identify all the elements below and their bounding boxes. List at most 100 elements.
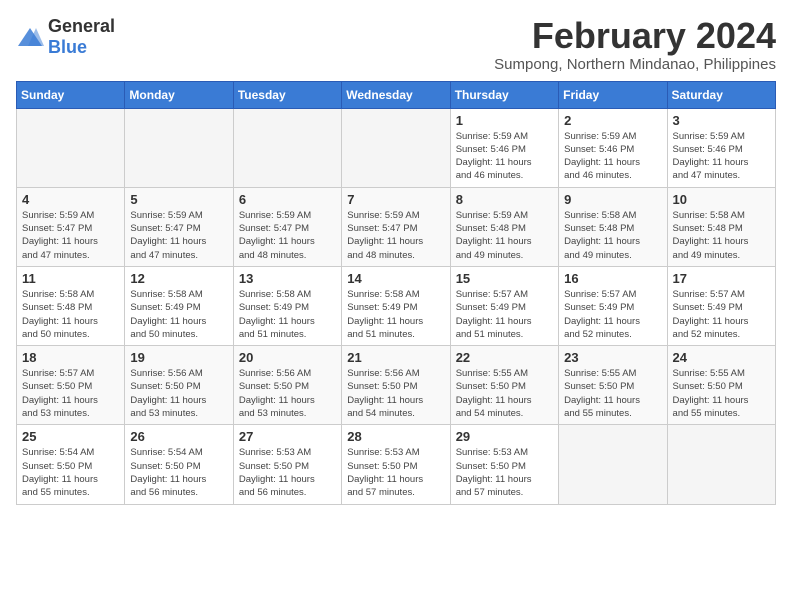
calendar-cell: 17 Sunrise: 5:57 AM Sunset: 5:49 PM Dayli… <box>667 266 775 345</box>
calendar-cell: 21 Sunrise: 5:56 AM Sunset: 5:50 PM Dayli… <box>342 346 450 425</box>
column-header-thursday: Thursday <box>450 81 558 108</box>
day-number: 12 <box>130 271 227 286</box>
day-number: 17 <box>673 271 770 286</box>
calendar-cell <box>17 108 125 187</box>
day-info: Sunrise: 5:55 AM Sunset: 5:50 PM Dayligh… <box>673 367 770 420</box>
day-info: Sunrise: 5:57 AM Sunset: 5:49 PM Dayligh… <box>456 288 553 341</box>
calendar-subtitle: Sumpong, Northern Mindanao, Philippines <box>494 56 776 73</box>
calendar-cell: 6 Sunrise: 5:59 AM Sunset: 5:47 PM Daylig… <box>233 187 341 266</box>
day-info: Sunrise: 5:58 AM Sunset: 5:49 PM Dayligh… <box>130 288 227 341</box>
day-info: Sunrise: 5:55 AM Sunset: 5:50 PM Dayligh… <box>456 367 553 420</box>
calendar-cell <box>559 425 667 504</box>
calendar-cell: 22 Sunrise: 5:55 AM Sunset: 5:50 PM Dayli… <box>450 346 558 425</box>
day-info: Sunrise: 5:53 AM Sunset: 5:50 PM Dayligh… <box>456 446 553 499</box>
day-number: 19 <box>130 350 227 365</box>
day-info: Sunrise: 5:59 AM Sunset: 5:48 PM Dayligh… <box>456 209 553 262</box>
title-section: February 2024 Sumpong, Northern Mindanao… <box>494 16 776 73</box>
calendar-cell: 12 Sunrise: 5:58 AM Sunset: 5:49 PM Dayli… <box>125 266 233 345</box>
day-number: 25 <box>22 429 119 444</box>
day-info: Sunrise: 5:59 AM Sunset: 5:46 PM Dayligh… <box>456 130 553 183</box>
calendar-cell: 14 Sunrise: 5:58 AM Sunset: 5:49 PM Dayli… <box>342 266 450 345</box>
day-info: Sunrise: 5:54 AM Sunset: 5:50 PM Dayligh… <box>22 446 119 499</box>
day-info: Sunrise: 5:53 AM Sunset: 5:50 PM Dayligh… <box>347 446 444 499</box>
column-header-friday: Friday <box>559 81 667 108</box>
day-number: 29 <box>456 429 553 444</box>
day-number: 2 <box>564 113 661 128</box>
day-info: Sunrise: 5:57 AM Sunset: 5:49 PM Dayligh… <box>673 288 770 341</box>
calendar-cell: 9 Sunrise: 5:58 AM Sunset: 5:48 PM Daylig… <box>559 187 667 266</box>
day-number: 16 <box>564 271 661 286</box>
day-number: 28 <box>347 429 444 444</box>
day-info: Sunrise: 5:58 AM Sunset: 5:49 PM Dayligh… <box>347 288 444 341</box>
day-number: 21 <box>347 350 444 365</box>
column-header-sunday: Sunday <box>17 81 125 108</box>
column-header-wednesday: Wednesday <box>342 81 450 108</box>
day-number: 18 <box>22 350 119 365</box>
day-info: Sunrise: 5:59 AM Sunset: 5:46 PM Dayligh… <box>564 130 661 183</box>
calendar-cell: 23 Sunrise: 5:55 AM Sunset: 5:50 PM Dayli… <box>559 346 667 425</box>
day-info: Sunrise: 5:58 AM Sunset: 5:49 PM Dayligh… <box>239 288 336 341</box>
day-number: 3 <box>673 113 770 128</box>
day-info: Sunrise: 5:59 AM Sunset: 5:47 PM Dayligh… <box>239 209 336 262</box>
calendar-cell: 27 Sunrise: 5:53 AM Sunset: 5:50 PM Dayli… <box>233 425 341 504</box>
day-info: Sunrise: 5:53 AM Sunset: 5:50 PM Dayligh… <box>239 446 336 499</box>
calendar-cell <box>667 425 775 504</box>
day-info: Sunrise: 5:58 AM Sunset: 5:48 PM Dayligh… <box>564 209 661 262</box>
day-number: 1 <box>456 113 553 128</box>
logo: General Blue <box>16 16 115 58</box>
day-number: 24 <box>673 350 770 365</box>
calendar-cell: 10 Sunrise: 5:58 AM Sunset: 5:48 PM Dayli… <box>667 187 775 266</box>
calendar-cell: 29 Sunrise: 5:53 AM Sunset: 5:50 PM Dayli… <box>450 425 558 504</box>
calendar-cell <box>125 108 233 187</box>
logo-general-text: General <box>48 16 115 36</box>
day-info: Sunrise: 5:56 AM Sunset: 5:50 PM Dayligh… <box>239 367 336 420</box>
column-header-saturday: Saturday <box>667 81 775 108</box>
day-number: 27 <box>239 429 336 444</box>
calendar-cell: 2 Sunrise: 5:59 AM Sunset: 5:46 PM Daylig… <box>559 108 667 187</box>
day-number: 22 <box>456 350 553 365</box>
calendar-cell: 13Sunrise: 5:58 AM Sunset: 5:49 PM Dayli… <box>233 266 341 345</box>
day-number: 20 <box>239 350 336 365</box>
day-number: 26 <box>130 429 227 444</box>
calendar-cell: 7 Sunrise: 5:59 AM Sunset: 5:47 PM Daylig… <box>342 187 450 266</box>
calendar-cell: 8 Sunrise: 5:59 AM Sunset: 5:48 PM Daylig… <box>450 187 558 266</box>
day-number: 6 <box>239 192 336 207</box>
day-info: Sunrise: 5:59 AM Sunset: 5:46 PM Dayligh… <box>673 130 770 183</box>
calendar-cell: 19Sunrise: 5:56 AM Sunset: 5:50 PM Dayli… <box>125 346 233 425</box>
day-info: Sunrise: 5:54 AM Sunset: 5:50 PM Dayligh… <box>130 446 227 499</box>
calendar-cell: 15 Sunrise: 5:57 AM Sunset: 5:49 PM Dayli… <box>450 266 558 345</box>
day-info: Sunrise: 5:58 AM Sunset: 5:48 PM Dayligh… <box>673 209 770 262</box>
logo-blue-text: Blue <box>48 37 87 57</box>
day-number: 15 <box>456 271 553 286</box>
calendar-cell: 24 Sunrise: 5:55 AM Sunset: 5:50 PM Dayli… <box>667 346 775 425</box>
calendar-cell: 18 Sunrise: 5:57 AM Sunset: 5:50 PM Dayli… <box>17 346 125 425</box>
day-number: 23 <box>564 350 661 365</box>
day-info: Sunrise: 5:59 AM Sunset: 5:47 PM Dayligh… <box>130 209 227 262</box>
calendar-cell: 16 Sunrise: 5:57 AM Sunset: 5:49 PM Dayli… <box>559 266 667 345</box>
day-info: Sunrise: 5:58 AM Sunset: 5:48 PM Dayligh… <box>22 288 119 341</box>
day-number: 5 <box>130 192 227 207</box>
day-number: 4 <box>22 192 119 207</box>
calendar-cell <box>233 108 341 187</box>
day-info: Sunrise: 5:59 AM Sunset: 5:47 PM Dayligh… <box>22 209 119 262</box>
calendar-cell: 28 Sunrise: 5:53 AM Sunset: 5:50 PM Dayli… <box>342 425 450 504</box>
day-number: 8 <box>456 192 553 207</box>
day-info: Sunrise: 5:59 AM Sunset: 5:47 PM Dayligh… <box>347 209 444 262</box>
calendar-cell: 1 Sunrise: 5:59 AM Sunset: 5:46 PM Daylig… <box>450 108 558 187</box>
calendar-cell: 11Sunrise: 5:58 AM Sunset: 5:48 PM Dayli… <box>17 266 125 345</box>
day-info: Sunrise: 5:57 AM Sunset: 5:49 PM Dayligh… <box>564 288 661 341</box>
day-number: 10 <box>673 192 770 207</box>
calendar-cell: 4 Sunrise: 5:59 AM Sunset: 5:47 PM Daylig… <box>17 187 125 266</box>
calendar-cell <box>342 108 450 187</box>
day-number: 9 <box>564 192 661 207</box>
calendar-cell: 26 Sunrise: 5:54 AM Sunset: 5:50 PM Dayli… <box>125 425 233 504</box>
calendar-cell: 20 Sunrise: 5:56 AM Sunset: 5:50 PM Dayli… <box>233 346 341 425</box>
day-info: Sunrise: 5:56 AM Sunset: 5:50 PM Dayligh… <box>347 367 444 420</box>
day-info: Sunrise: 5:57 AM Sunset: 5:50 PM Dayligh… <box>22 367 119 420</box>
calendar-cell: 5 Sunrise: 5:59 AM Sunset: 5:47 PM Daylig… <box>125 187 233 266</box>
calendar-cell: 25 Sunrise: 5:54 AM Sunset: 5:50 PM Dayli… <box>17 425 125 504</box>
day-info: Sunrise: 5:55 AM Sunset: 5:50 PM Dayligh… <box>564 367 661 420</box>
column-header-monday: Monday <box>125 81 233 108</box>
day-number: 7 <box>347 192 444 207</box>
day-number: 14 <box>347 271 444 286</box>
